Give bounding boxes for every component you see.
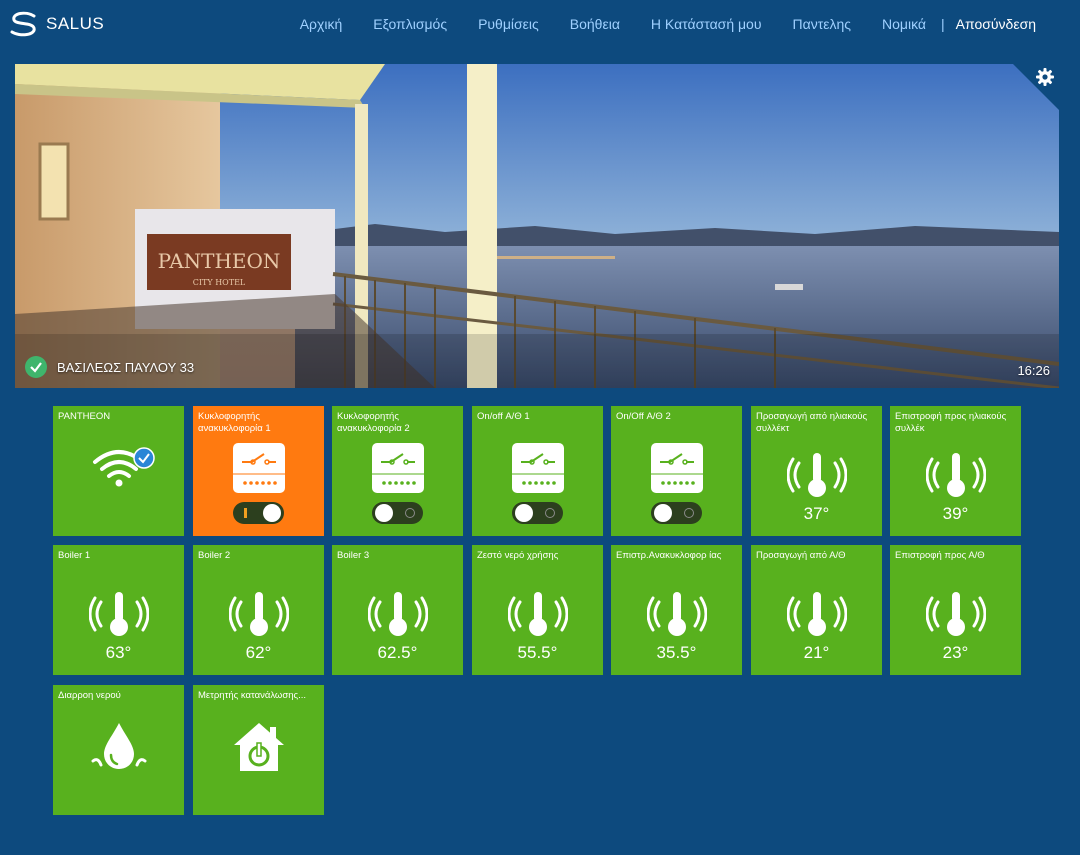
check-circle-icon [25, 356, 47, 378]
brand-logo[interactable]: SALUS [8, 10, 104, 38]
tile-heatpump-return[interactable]: Επιστροφή προς Α/Θ 23° [890, 545, 1021, 675]
smart-plug-house-icon [233, 723, 284, 771]
sensor-value: 23° [942, 643, 969, 662]
thermometer-icon [88, 592, 149, 636]
tile-title: On/off Α/Θ 1 [477, 411, 530, 422]
sensor-value: 62° [245, 643, 272, 662]
hero-settings-button[interactable] [1013, 64, 1059, 110]
check-badge-icon [133, 447, 155, 469]
tile-solar-return[interactable]: Επιστροφή προς ηλιακούς συλλέκ 39° [890, 406, 1021, 536]
sensor-value: 37° [803, 504, 830, 523]
nav-legal[interactable]: Νομικά [882, 16, 926, 32]
tile-title: Προσαγωγή από Α/Θ [756, 550, 846, 561]
tile-hot-water[interactable]: Ζεστό νερό χρήσης 55.5° [472, 545, 603, 675]
tile-boiler-2[interactable]: Boiler 2 62° [193, 545, 324, 675]
tile-gateway[interactable]: PANTHEON [53, 406, 184, 536]
thermometer-icon [925, 592, 986, 636]
tile-title: Κυκλοφορητής ανακυκλοφορία 1 [198, 411, 271, 434]
sensor-value: 35.5° [656, 643, 697, 662]
sensor-value: 63° [105, 643, 132, 662]
tile-title: Boiler 2 [198, 550, 231, 561]
tile-heatpump-2[interactable]: On/Off Α/Θ 2 [611, 406, 742, 536]
tile-title: Διαρροη νερού [58, 690, 121, 701]
nav-settings[interactable]: Ρυθμίσεις [478, 16, 539, 32]
nav-separator: | [941, 16, 945, 32]
relay-icon [232, 443, 285, 493]
tile-circulator-2[interactable]: Κυκλοφορητής ανακυκλοφορία 2 [332, 406, 463, 536]
thermometer-icon [367, 592, 428, 636]
location-time: 16:26 [1017, 363, 1050, 378]
tile-title: Boiler 1 [58, 550, 91, 561]
thermometer-icon [925, 453, 986, 497]
brand-name: SALUS [46, 14, 105, 33]
tile-heatpump-supply[interactable]: Προσαγωγή από Α/Θ 21° [751, 545, 882, 675]
tile-title: Ζεστό νερό χρήσης [477, 550, 559, 561]
top-bar: SALUS Αρχική Εξοπλισμός Ρυθμίσεις Βοήθει… [0, 0, 1080, 50]
circulator-1-toggle[interactable] [233, 502, 284, 524]
nav-user[interactable]: Παντελης [793, 16, 852, 32]
tile-title: Επιστρ.Ανακυκλοφορ ίας [616, 550, 722, 561]
thermometer-icon [786, 453, 847, 497]
nav-equipment[interactable]: Εξοπλισμός [373, 16, 447, 32]
main-nav: Αρχική Εξοπλισμός Ρυθμίσεις Βοήθεια Η Κα… [300, 16, 1036, 32]
thermometer-icon [228, 592, 289, 636]
gear-icon [1036, 68, 1054, 86]
tile-water-leak[interactable]: Διαρροη νερού [53, 685, 184, 815]
relay-icon [371, 443, 424, 493]
sensor-value: 21° [803, 643, 830, 662]
tile-recirculation-return[interactable]: Επιστρ.Ανακυκλοφορ ίας 35.5° [611, 545, 742, 675]
relay-icon [511, 443, 564, 493]
tile-boiler-1[interactable]: Boiler 1 63° [53, 545, 184, 675]
location-hero: PANTHEON CITY HOTEL ΒΑΣΙΛΕΩΣ ΠΑΥΛΟΥ 33 1… [15, 64, 1059, 388]
tile-title: Boiler 3 [337, 550, 370, 561]
tile-circulator-1[interactable]: Κυκλοφορητής ανακυκλοφορία 1 [193, 406, 324, 536]
tile-title: Προσαγωγή από ηλιακούς συλλέκτ [756, 411, 868, 434]
tile-title: Επιστροφή προς ηλιακούς συλλέκ [895, 411, 1007, 434]
water-drop-icon [91, 723, 146, 769]
sensor-value: 55.5° [517, 643, 558, 662]
heatpump-1-toggle[interactable] [512, 502, 563, 524]
tile-title: On/Off Α/Θ 2 [616, 411, 671, 422]
hero-photo: PANTHEON CITY HOTEL [15, 64, 1059, 388]
tile-title: Επιστροφή προς Α/Θ [895, 550, 985, 561]
nav-home[interactable]: Αρχική [300, 16, 343, 32]
sensor-value: 62.5° [377, 643, 418, 662]
nav-help[interactable]: Βοήθεια [570, 16, 620, 32]
tile-solar-supply[interactable]: Προσαγωγή από ηλιακούς συλλέκτ 37° [751, 406, 882, 536]
sensor-value: 39° [942, 504, 969, 523]
relay-icon [650, 443, 703, 493]
tile-heatpump-1[interactable]: On/off Α/Θ 1 [472, 406, 603, 536]
thermometer-icon [786, 592, 847, 636]
circulator-2-toggle[interactable] [372, 502, 423, 524]
heatpump-2-toggle[interactable] [651, 502, 702, 524]
location-status: ΒΑΣΙΛΕΩΣ ΠΑΥΛΟΥ 33 [25, 356, 194, 378]
nav-my-status[interactable]: Η Κατάστασή μου [651, 16, 762, 32]
thermometer-icon [646, 592, 707, 636]
tile-title: PANTHEON [58, 411, 111, 422]
tile-boiler-3[interactable]: Boiler 3 62.5° [332, 545, 463, 675]
tile-title: Μετρητής κατανάλωσης... [198, 690, 306, 701]
tile-title: Κυκλοφορητής ανακυκλοφορία 2 [337, 411, 410, 434]
hotel-sign-subtitle: CITY HOTEL [193, 278, 246, 287]
thermometer-icon [507, 592, 568, 636]
location-address: ΒΑΣΙΛΕΩΣ ΠΑΥΛΟΥ 33 [57, 359, 195, 375]
nav-logout[interactable]: Αποσύνδεση [956, 16, 1036, 32]
hotel-sign: PANTHEON [158, 249, 281, 273]
salus-logo-icon [10, 11, 36, 37]
tile-consumption-meter[interactable]: Μετρητής κατανάλωσης... [193, 685, 324, 815]
